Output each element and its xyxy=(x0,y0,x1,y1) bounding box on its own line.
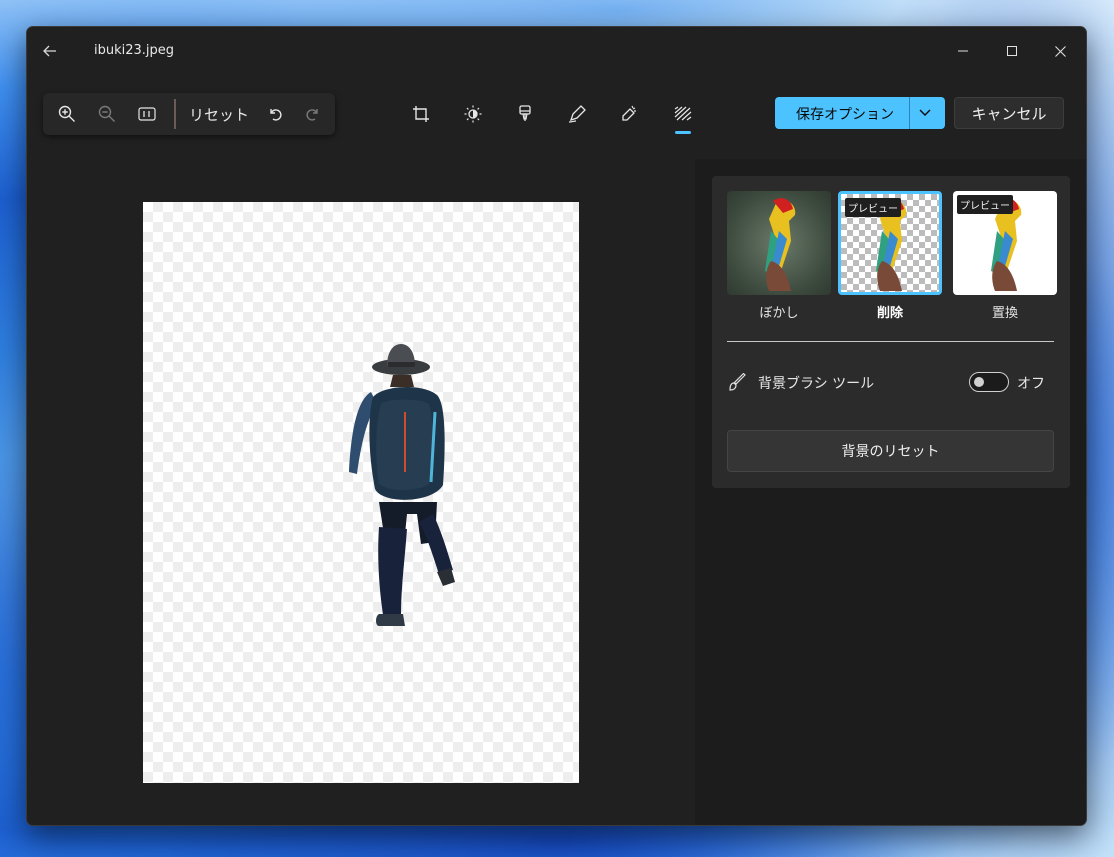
photos-editor-window: ibuki23.jpeg リセット 保存オプション キャンセル ぼかし プレビュ… xyxy=(26,26,1087,826)
zoom-out-icon xyxy=(98,105,115,122)
undo-icon xyxy=(270,109,282,121)
crop-icon xyxy=(413,106,429,122)
reset-button[interactable]: リセット xyxy=(189,104,249,125)
save-options-label: 保存オプション xyxy=(796,107,894,123)
chevron-down-icon[interactable] xyxy=(918,105,932,123)
zoom-toolbar: リセット xyxy=(43,93,335,135)
markup-icon xyxy=(568,105,586,123)
background-option-blur[interactable] xyxy=(727,191,831,295)
background-tool-button[interactable] xyxy=(666,98,700,130)
remove-option-label: 削除 xyxy=(876,306,903,321)
actual-size-icon xyxy=(138,107,156,121)
brush-tool-label: 背景ブラシ ツール xyxy=(758,376,875,392)
image-canvas[interactable] xyxy=(27,159,695,825)
background-icon xyxy=(674,106,692,121)
active-tool-indicator xyxy=(675,131,691,134)
filter-icon xyxy=(519,105,531,121)
back-arrow-icon xyxy=(43,45,56,57)
save-split-divider xyxy=(909,97,910,129)
replace-option-label: 置換 xyxy=(991,306,1018,321)
close-icon xyxy=(1054,45,1066,57)
parrot-thumbnail-image xyxy=(765,198,796,291)
redo-button[interactable] xyxy=(297,98,329,130)
maximize-icon xyxy=(1007,46,1017,56)
brush-icon xyxy=(729,373,746,391)
retouch-tool-button[interactable] xyxy=(612,98,646,130)
window-title: ibuki23.jpeg xyxy=(94,43,175,58)
brush-tool-toggle[interactable] xyxy=(969,372,1009,392)
markup-tool-button[interactable] xyxy=(560,98,594,130)
preview-badge: プレビュー xyxy=(845,198,901,217)
adjust-tool-button[interactable] xyxy=(456,98,490,130)
back-button[interactable] xyxy=(33,35,67,67)
adjust-brightness-icon xyxy=(464,105,482,123)
background-panel: ぼかし プレビュー 削除 プレビュー 置換 背景ブラシ ツール オフ 背景のリセ… xyxy=(695,159,1086,825)
cancel-button[interactable]: キャンセル xyxy=(954,97,1064,129)
background-option-replace[interactable]: プレビュー xyxy=(953,191,1057,295)
crop-tool-button[interactable] xyxy=(404,98,438,130)
toolbar-separator xyxy=(174,99,176,129)
title-bar: ibuki23.jpeg xyxy=(27,27,1086,75)
blur-option-label: ぼかし xyxy=(759,306,799,321)
maximize-button[interactable] xyxy=(989,35,1035,67)
edited-image xyxy=(143,202,579,783)
panel-divider xyxy=(727,341,1054,342)
brush-toggle-state-label: オフ xyxy=(1017,376,1045,392)
reset-background-button[interactable]: 背景のリセット xyxy=(727,430,1054,472)
hiker-cutout-image xyxy=(349,344,455,626)
background-option-remove[interactable]: プレビュー xyxy=(838,191,942,295)
zoom-out-button[interactable] xyxy=(91,98,123,130)
retouch-icon xyxy=(622,105,636,121)
undo-button[interactable] xyxy=(259,98,291,130)
background-options-card: ぼかし プレビュー 削除 プレビュー 置換 背景ブラシ ツール オフ 背景のリセ… xyxy=(712,176,1070,488)
zoom-in-button[interactable] xyxy=(51,98,83,130)
toggle-knob xyxy=(974,377,984,387)
minimize-button[interactable] xyxy=(940,35,986,67)
actual-size-button[interactable] xyxy=(131,98,163,130)
preview-badge: プレビュー xyxy=(957,195,1013,214)
save-options-button[interactable]: 保存オプション xyxy=(775,97,945,129)
filter-tool-button[interactable] xyxy=(508,98,542,130)
close-button[interactable] xyxy=(1037,35,1083,67)
minimize-icon xyxy=(958,50,968,52)
zoom-in-icon xyxy=(58,105,75,122)
redo-icon xyxy=(306,109,318,121)
